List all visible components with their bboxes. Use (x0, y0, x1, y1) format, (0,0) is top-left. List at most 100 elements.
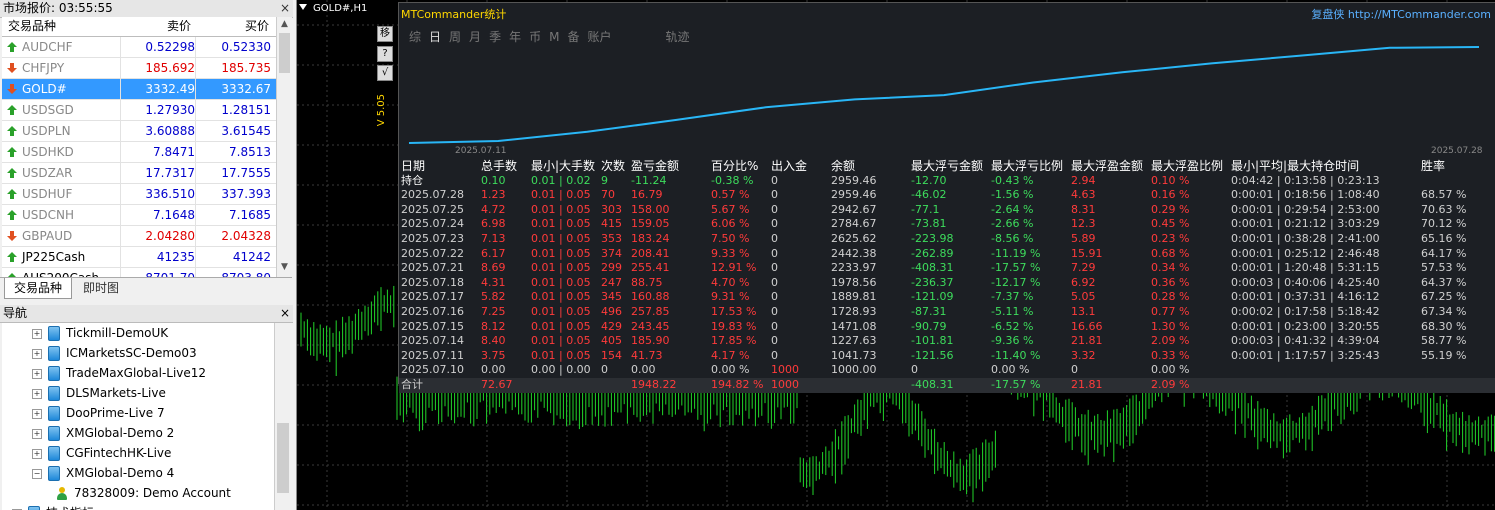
stats-cell: 9.31 % (711, 290, 750, 304)
scroll-thumb[interactable] (279, 33, 290, 73)
stats-cell: -1.56 % (991, 188, 1034, 202)
move-button[interactable]: 移 (377, 26, 393, 42)
stats-cell: -2.66 % (991, 217, 1034, 231)
quote-ask: 7.8513 (195, 142, 271, 162)
navigator-scrollbar[interactable] (274, 323, 291, 510)
stats-cell: 0 (771, 232, 778, 245)
chart-menu-icon[interactable] (299, 4, 307, 10)
stats-cell: 496 (601, 305, 622, 318)
stats-cell: 55.19 % (1421, 348, 1467, 362)
col-bid[interactable]: 卖价 (167, 17, 191, 36)
stats-cell: 5.89 (1071, 232, 1096, 245)
stats-cell: 0:00:02 | 0:17:58 | 5:18:42 (1231, 305, 1380, 318)
tab-symbols[interactable]: 交易品种 (4, 278, 72, 299)
stats-cell: -6.52 % (991, 319, 1034, 333)
navigator-server[interactable]: + TradeMaxGlobal-Live12 (32, 363, 206, 383)
stats-cell: 2025.07.24 (401, 217, 464, 231)
stats-cell: 2442.38 (831, 246, 877, 260)
navigator-server[interactable]: + DLSMarkets-Live (32, 383, 166, 403)
equity-line (408, 46, 1480, 144)
confirm-button[interactable]: √ (377, 65, 393, 81)
quote-row[interactable]: USDHUF 336.510 337.393 (2, 184, 276, 205)
stats-cell: 最小|平均|最大持仓时间 (1231, 159, 1360, 173)
navigator-close-icon[interactable]: × (280, 305, 290, 322)
stats-cell: 15.91 (1071, 246, 1103, 260)
stats-cell: 余额 (831, 159, 856, 173)
help-button[interactable]: ? (377, 46, 393, 62)
equity-curve-chart: 2025.07.11 2025.07.28 (408, 46, 1483, 156)
expand-icon[interactable]: + (32, 448, 42, 459)
stats-cell: 0 (601, 363, 608, 377)
stats-cell: 429 (601, 319, 622, 333)
scroll-down-icon[interactable]: ▼ (278, 262, 291, 275)
market-watch-close-icon[interactable]: × (280, 0, 290, 17)
navigator-server[interactable]: − XMGlobal-Demo 4 (32, 463, 174, 483)
stats-cell: 1000.00 (831, 363, 877, 377)
stats-cell: -7.37 % (991, 290, 1034, 304)
stats-cell: 6.06 % (711, 217, 750, 231)
expand-icon[interactable]: + (32, 428, 42, 439)
expand-icon[interactable]: + (32, 388, 42, 399)
mtc-stats-panel: MTCommander统计 复盘侠 http://MTCommander.com… (398, 2, 1495, 393)
quote-bid: 17.7317 (120, 163, 195, 183)
navigator-server[interactable]: + CGFintechHK-Live (32, 443, 171, 463)
expand-icon[interactable]: + (32, 368, 42, 379)
expand-icon[interactable]: + (32, 328, 42, 339)
stats-cell: 0.29 % (1151, 202, 1190, 216)
stats-cell: 9 (601, 173, 608, 187)
navigator-server[interactable]: + XMGlobal-Demo 2 (32, 423, 174, 443)
quote-row[interactable]: GOLD# 3332.49 3332.67 (2, 79, 276, 100)
quote-ask: 7.1685 (195, 205, 271, 225)
navigator-server[interactable]: + ICMarketsSC-Demo03 (32, 343, 197, 363)
collapse-icon[interactable]: − (32, 468, 42, 479)
quote-row[interactable]: USDSGD 1.27930 1.28151 (2, 100, 276, 121)
quote-row[interactable]: GBPAUD 2.04280 2.04328 (2, 226, 276, 247)
navigator-server[interactable]: + Tickmill-DemoUK (32, 323, 168, 343)
stats-cell: -17.57 % (991, 261, 1041, 275)
stats-cell: 68.30 % (1421, 319, 1467, 333)
stats-cell: -87.31 (911, 305, 947, 318)
navigator-account[interactable]: 78328009: Demo Account (56, 483, 231, 503)
stats-cell: 2025.07.15 (401, 319, 464, 333)
stats-cell: 0:00:01 | 0:29:54 | 2:53:00 (1231, 202, 1380, 216)
col-ask[interactable]: 买价 (245, 17, 269, 36)
tab-tick-chart[interactable]: 即时图 (74, 278, 128, 298)
stats-header-row: 日期 总手数 最小|大手数 次数 盈亏金额 百分比% 出入金 余额 最大浮亏金额 最大浮亏比例 最大… (399, 159, 1495, 174)
stats-cell: 2.94 (1071, 173, 1096, 187)
stats-cell: 299 (601, 261, 622, 275)
stats-cell: 最小|大手数 (531, 159, 596, 173)
stats-cell: 154 (601, 348, 622, 362)
quote-ask: 3.61545 (195, 121, 271, 141)
stats-cell: 0.00 % (991, 363, 1030, 377)
navigator-server[interactable]: + DooPrime-Live 7 (32, 403, 165, 423)
stats-cell: -0.38 % (711, 173, 754, 187)
expand-icon[interactable]: + (32, 408, 42, 419)
stats-cell: 72.67 (481, 378, 513, 391)
quote-row[interactable]: USDCNH 7.1648 7.1685 (2, 205, 276, 226)
scroll-thumb[interactable] (277, 423, 289, 493)
scroll-up-icon[interactable]: ▲ (278, 19, 291, 32)
quote-row[interactable]: USDPLN 3.60888 3.61545 (2, 121, 276, 142)
quote-row[interactable]: CHFJPY 185.692 185.735 (2, 58, 276, 79)
navigator-server[interactable]: +技术指标 (12, 503, 94, 510)
stats-cell: 2025.07.14 (401, 334, 464, 348)
quote-row[interactable]: AUDCHF 0.52298 0.52330 (2, 37, 276, 58)
mtc-brand-link[interactable]: 复盘侠 http://MTCommander.com (1311, 6, 1491, 22)
stats-cell: 0.01 | 0.05 (531, 261, 591, 275)
stats-cell: 0.23 % (1151, 232, 1190, 245)
quote-row[interactable]: USDZAR 17.7317 17.7555 (2, 163, 276, 184)
quote-row[interactable]: AUS200Cash 8701.708703.80 (2, 268, 276, 277)
stats-cell: 2784.67 (831, 217, 877, 231)
quote-row[interactable]: USDHKD 7.8471 7.8513 (2, 142, 276, 163)
stats-total-row: 合计 72.67 1948.22 194.82 % 1000 -408.31 -17.57 … (399, 378, 1495, 393)
stats-row: 2025.07.16 7.25 0.01 | 0.05 496 257.85 17.53 … (399, 305, 1495, 320)
col-symbol[interactable]: 交易品种 (8, 17, 56, 36)
market-watch-scrollbar[interactable]: ▲ ▼ (276, 17, 292, 277)
stats-cell: 8.12 (481, 319, 506, 333)
expand-icon[interactable]: + (32, 348, 42, 359)
stats-cell: 合计 (401, 378, 423, 391)
server-icon (48, 346, 60, 361)
quote-row[interactable]: JP225Cash 41235 41242 (2, 247, 276, 268)
stats-cell: -262.89 (911, 246, 954, 260)
stats-cell: 3.75 (481, 348, 506, 362)
